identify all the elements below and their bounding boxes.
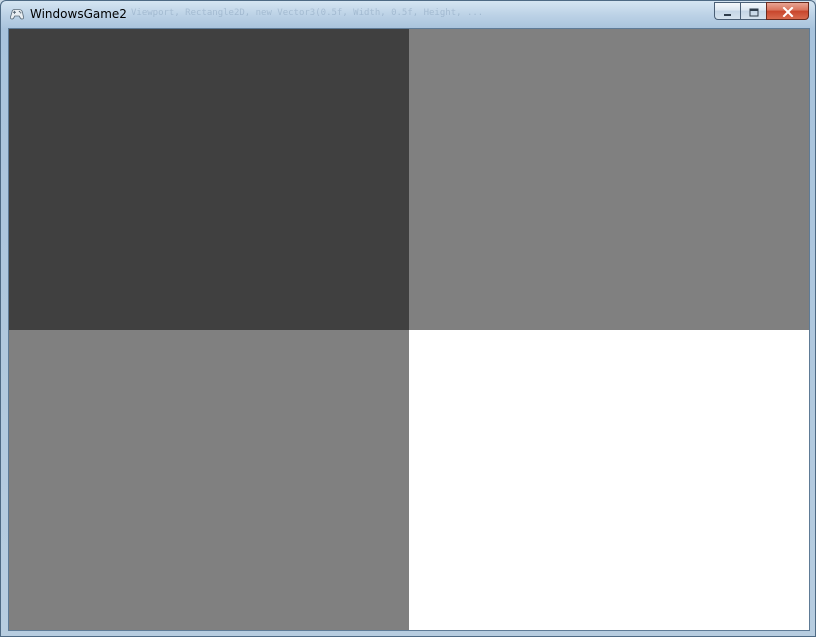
gamepad-icon: [9, 6, 25, 22]
game-window: WindowsGame2 Viewport, Rectangle2D, new …: [0, 0, 816, 637]
window-title: WindowsGame2: [30, 7, 127, 21]
quadrant-bottom-left: [9, 330, 409, 630]
minimize-icon: [723, 2, 733, 21]
game-viewport[interactable]: [8, 28, 810, 631]
background-ghost-text: Viewport, Rectangle2D, new Vector3(0.5f,…: [131, 8, 484, 18]
close-button[interactable]: [766, 2, 809, 20]
quadrant-top-right: [409, 29, 809, 330]
title-bar[interactable]: WindowsGame2 Viewport, Rectangle2D, new …: [1, 1, 815, 28]
quadrant-top-left: [9, 29, 409, 330]
close-icon: [782, 2, 794, 21]
minimize-button[interactable]: [714, 2, 740, 20]
quadrant-bottom-right: [409, 330, 809, 630]
caption-buttons: [714, 2, 809, 21]
maximize-button[interactable]: [740, 2, 766, 20]
maximize-icon: [749, 2, 759, 21]
